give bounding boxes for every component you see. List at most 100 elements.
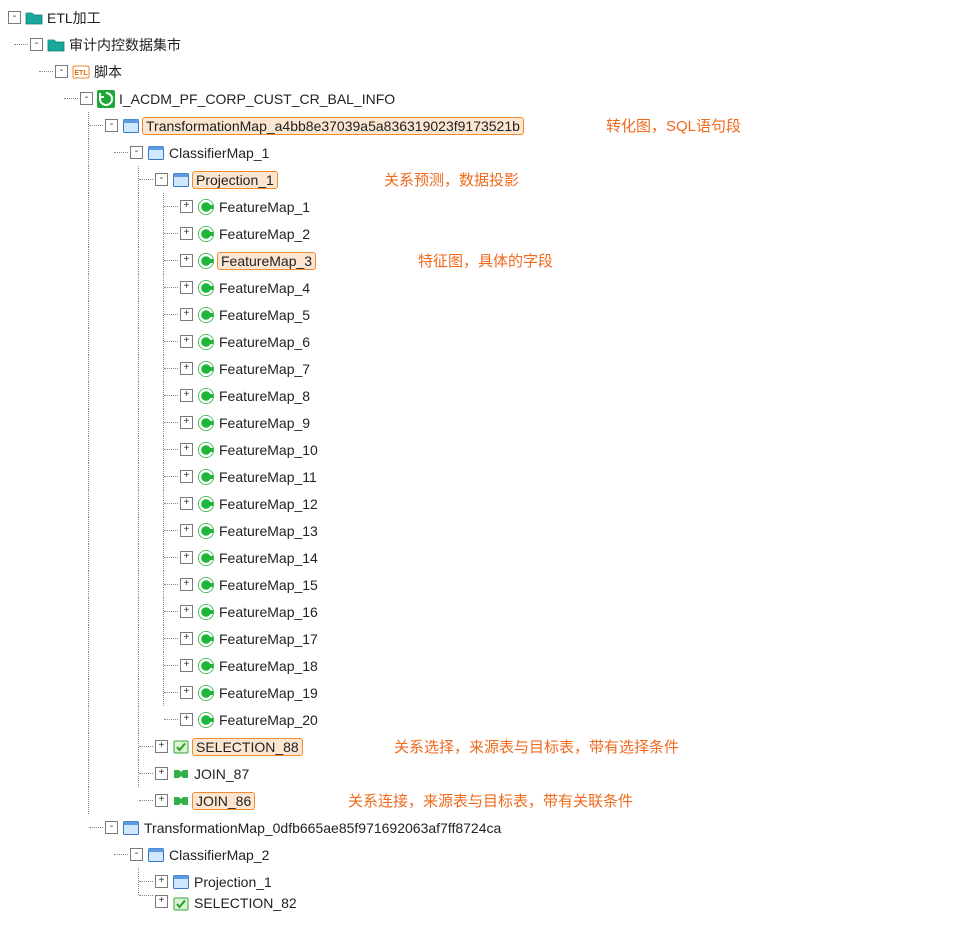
collapse-toggle[interactable]: - <box>130 848 143 861</box>
tree-node-label[interactable]: JOIN_87 <box>192 766 251 782</box>
tree-node-label[interactable]: FeatureMap_1 <box>217 199 312 215</box>
collapse-toggle[interactable]: - <box>155 173 168 186</box>
tree-node-label[interactable]: FeatureMap_11 <box>217 469 319 485</box>
tree-node[interactable]: - I_ACDM_PF_CORP_CUST_CR_BAL_INFO <box>4 85 980 112</box>
collapse-toggle[interactable]: - <box>55 65 68 78</box>
expand-toggle[interactable]: + <box>180 443 193 456</box>
tree-node[interactable]: + FeatureMap_1 <box>4 193 980 220</box>
tree-node[interactable]: + FeatureMap_4 <box>4 274 980 301</box>
tree-node-label[interactable]: ETL加工 <box>45 8 103 28</box>
tree-node[interactable]: + FeatureMap_11 <box>4 463 980 490</box>
tree-node[interactable]: -Projection_1关系预测，数据投影 <box>4 166 980 193</box>
tree-node-label[interactable]: ClassifierMap_2 <box>167 847 271 863</box>
collapse-toggle[interactable]: - <box>130 146 143 159</box>
tree-node-label[interactable]: TransformationMap_a4bb8e37039a5a83631902… <box>142 117 524 135</box>
tree-node-label[interactable]: Projection_1 <box>192 874 274 890</box>
expand-toggle[interactable]: + <box>180 416 193 429</box>
tree-node-label[interactable]: SELECTION_82 <box>192 895 299 911</box>
expand-toggle[interactable]: + <box>180 227 193 240</box>
expand-toggle[interactable]: + <box>180 281 193 294</box>
tree-node[interactable]: + FeatureMap_17 <box>4 625 980 652</box>
tree-node[interactable]: + FeatureMap_14 <box>4 544 980 571</box>
expand-toggle[interactable]: + <box>180 389 193 402</box>
tree-node-label[interactable]: FeatureMap_14 <box>217 550 320 566</box>
tree-node-label[interactable]: FeatureMap_6 <box>217 334 312 350</box>
tree-node[interactable]: + FeatureMap_19 <box>4 679 980 706</box>
tree-node[interactable]: + FeatureMap_15 <box>4 571 980 598</box>
tree-node[interactable]: - TransformationMap_0dfb665ae85f971692063… <box>4 814 980 841</box>
expand-toggle[interactable]: + <box>180 335 193 348</box>
tree-node[interactable]: + FeatureMap_8 <box>4 382 980 409</box>
tree-node-label[interactable]: 审计内控数据集市 <box>67 35 183 55</box>
tree-node-label[interactable]: FeatureMap_12 <box>217 496 320 512</box>
tree-node-label[interactable]: TransformationMap_0dfb665ae85f971692063a… <box>142 820 503 836</box>
expand-toggle[interactable]: + <box>180 713 193 726</box>
tree-node-label[interactable]: ClassifierMap_1 <box>167 145 271 161</box>
expand-toggle[interactable]: + <box>180 497 193 510</box>
tree-node[interactable]: - TransformationMap_a4bb8e37039a5a8363190… <box>4 112 980 139</box>
expand-toggle[interactable]: + <box>180 362 193 375</box>
collapse-toggle[interactable]: - <box>30 38 43 51</box>
tree-node-label[interactable]: FeatureMap_2 <box>217 226 312 242</box>
tree-node[interactable]: - 审计内控数据集市 <box>4 31 980 58</box>
tree-node[interactable]: + Projection_1 <box>4 868 980 895</box>
tree-node[interactable]: + FeatureMap_2 <box>4 220 980 247</box>
tree-node[interactable]: + FeatureMap_6 <box>4 328 980 355</box>
tree-node[interactable]: + FeatureMap_5 <box>4 301 980 328</box>
tree-node[interactable]: + FeatureMap_18 <box>4 652 980 679</box>
expand-toggle[interactable]: + <box>180 200 193 213</box>
expand-toggle[interactable]: + <box>180 632 193 645</box>
expand-toggle[interactable]: + <box>180 470 193 483</box>
expand-toggle[interactable]: + <box>180 686 193 699</box>
tree-node[interactable]: +SELECTION_88关系选择，来源表与目标表，带有选择条件 <box>4 733 980 760</box>
tree-node[interactable]: - ClassifierMap_1 <box>4 139 980 166</box>
tree-node[interactable]: + FeatureMap_7 <box>4 355 980 382</box>
expand-toggle[interactable]: + <box>180 551 193 564</box>
tree-view[interactable]: -ETL加工-审计内控数据集市-脚本-I_ACDM_PF_CORP_CUST_C… <box>4 4 980 913</box>
tree-node-label[interactable]: FeatureMap_7 <box>217 361 312 377</box>
expand-toggle[interactable]: + <box>180 524 193 537</box>
tree-node-label[interactable]: FeatureMap_9 <box>217 415 312 431</box>
tree-node[interactable]: + FeatureMap_20 <box>4 706 980 733</box>
tree-node-label[interactable]: FeatureMap_10 <box>217 442 320 458</box>
tree-node-label[interactable]: FeatureMap_19 <box>217 685 320 701</box>
tree-node[interactable]: + FeatureMap_13 <box>4 517 980 544</box>
tree-node[interactable]: +FeatureMap_3特征图，具体的字段 <box>4 247 980 274</box>
tree-node-label[interactable]: FeatureMap_3 <box>217 252 316 270</box>
tree-node-label[interactable]: FeatureMap_16 <box>217 604 320 620</box>
tree-node[interactable]: + FeatureMap_9 <box>4 409 980 436</box>
tree-node-label[interactable]: SELECTION_88 <box>192 738 303 756</box>
tree-node-label[interactable]: Projection_1 <box>192 171 278 189</box>
expand-toggle[interactable]: + <box>180 605 193 618</box>
expand-toggle[interactable]: + <box>180 659 193 672</box>
tree-node[interactable]: +JOIN_86关系连接，来源表与目标表，带有关联条件 <box>4 787 980 814</box>
tree-node-label[interactable]: 脚本 <box>92 62 124 82</box>
expand-toggle[interactable]: + <box>180 254 193 267</box>
tree-node[interactable]: - ClassifierMap_2 <box>4 841 980 868</box>
collapse-toggle[interactable]: - <box>80 92 93 105</box>
expand-toggle[interactable]: + <box>155 895 168 908</box>
collapse-toggle[interactable]: - <box>105 821 118 834</box>
tree-node-label[interactable]: FeatureMap_5 <box>217 307 312 323</box>
tree-node-label[interactable]: FeatureMap_13 <box>217 523 320 539</box>
tree-node-label[interactable]: FeatureMap_4 <box>217 280 312 296</box>
tree-node[interactable]: +JOIN_87 <box>4 760 980 787</box>
tree-node[interactable]: + FeatureMap_10 <box>4 436 980 463</box>
tree-node-label[interactable]: FeatureMap_20 <box>217 712 320 728</box>
collapse-toggle[interactable]: - <box>105 119 118 132</box>
tree-node[interactable]: - ETL加工 <box>4 4 980 31</box>
tree-node[interactable]: + FeatureMap_16 <box>4 598 980 625</box>
tree-node[interactable]: - 脚本 <box>4 58 980 85</box>
tree-node-label[interactable]: FeatureMap_17 <box>217 631 320 647</box>
tree-node[interactable]: + FeatureMap_12 <box>4 490 980 517</box>
tree-node-label[interactable]: I_ACDM_PF_CORP_CUST_CR_BAL_INFO <box>117 91 397 107</box>
collapse-toggle[interactable]: - <box>8 11 21 24</box>
expand-toggle[interactable]: + <box>180 308 193 321</box>
expand-toggle[interactable]: + <box>155 740 168 753</box>
tree-node-label[interactable]: FeatureMap_18 <box>217 658 320 674</box>
expand-toggle[interactable]: + <box>155 875 168 888</box>
expand-toggle[interactable]: + <box>155 794 168 807</box>
tree-node-label[interactable]: FeatureMap_15 <box>217 577 320 593</box>
tree-node-label[interactable]: FeatureMap_8 <box>217 388 312 404</box>
expand-toggle[interactable]: + <box>180 578 193 591</box>
